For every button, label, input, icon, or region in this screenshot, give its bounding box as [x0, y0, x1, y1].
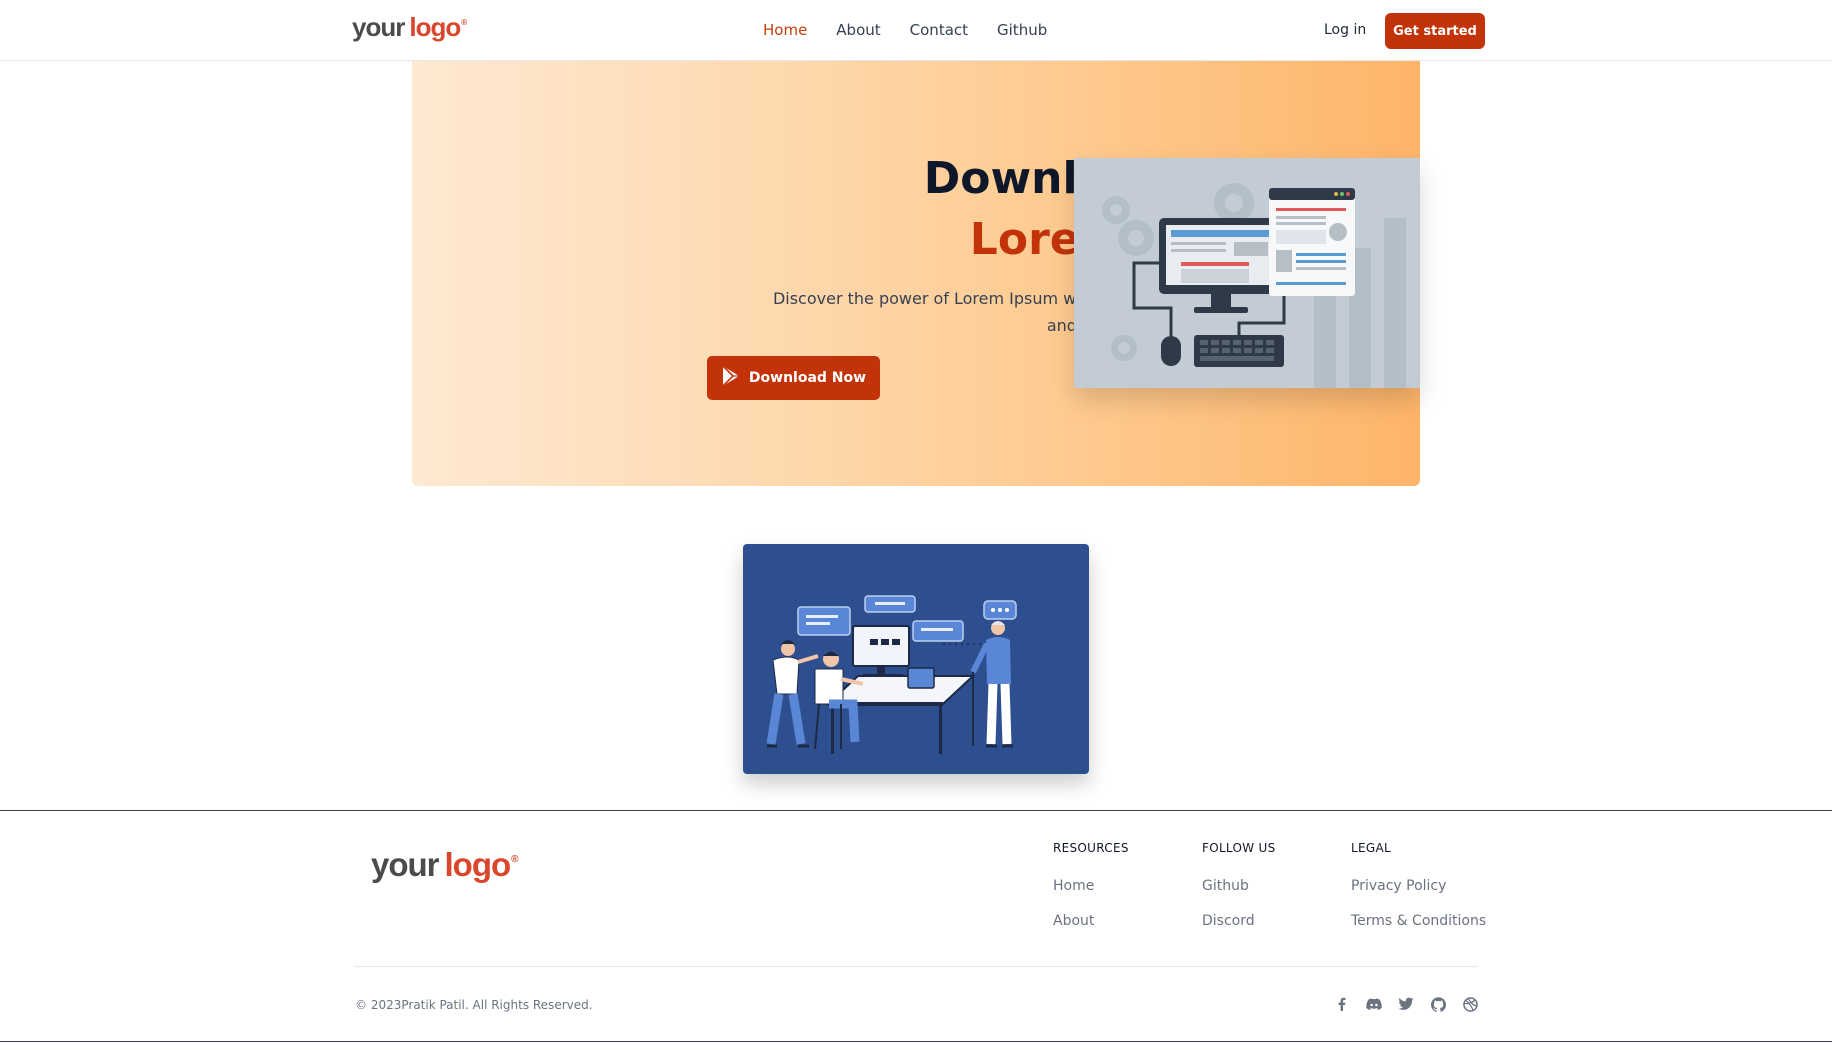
footer-logo-text-logo: logo — [444, 846, 512, 883]
main-nav: Home About Contact Github — [763, 21, 1076, 39]
footer-heading-follow-us: FOLLOW US — [1202, 841, 1276, 855]
footer-logo-text-your: your — [371, 846, 440, 883]
discord-icon[interactable] — [1365, 995, 1383, 1013]
footer-link-terms-conditions[interactable]: Terms & Conditions — [1351, 913, 1486, 929]
footer-heading-resources: RESOURCES — [1053, 841, 1129, 855]
dribbble-icon[interactable] — [1461, 995, 1479, 1013]
copyright-text: © 2023Pratik Patil. All Rights Reserved. — [355, 998, 593, 1012]
get-started-button[interactable]: Get started — [1385, 13, 1485, 49]
team-working-illustration — [743, 544, 1089, 774]
footer-top-border — [0, 810, 1832, 811]
footer-link-home[interactable]: Home — [1053, 878, 1129, 894]
github-icon[interactable] — [1429, 995, 1447, 1013]
social-links — [1333, 995, 1479, 1013]
footer-column-resources: RESOURCES Home About — [1053, 841, 1129, 948]
footer-divider — [354, 966, 1478, 967]
footer-heading-legal: LEGAL — [1351, 841, 1391, 855]
download-now-label: Download Now — [748, 370, 867, 386]
footer-logo-registered-mark: ® — [511, 854, 518, 865]
footer-link-about[interactable]: About — [1053, 913, 1129, 929]
nav-link-contact[interactable]: Contact — [910, 21, 968, 39]
computer-illustration — [1074, 158, 1420, 388]
nav-link-about[interactable]: About — [836, 21, 880, 39]
login-link[interactable]: Log in — [1324, 22, 1366, 38]
download-now-button[interactable]: Download Now — [707, 356, 880, 400]
facebook-icon[interactable] — [1333, 995, 1351, 1013]
nav-link-home[interactable]: Home — [763, 21, 807, 39]
logo-text-logo: logo — [409, 12, 461, 42]
top-navbar: your logo ® Home About Contact Github Lo… — [0, 0, 1832, 61]
footer-link-privacy-policy[interactable]: Privacy Policy — [1351, 878, 1486, 894]
footer-link-discord[interactable]: Discord — [1202, 913, 1276, 929]
nav-link-github[interactable]: Github — [997, 21, 1047, 39]
logo-registered-mark: ® — [461, 18, 467, 27]
footer-logo[interactable]: your logo ® — [371, 846, 519, 884]
footer-bottom-border — [0, 1041, 1832, 1042]
header-logo[interactable]: your logo ® — [352, 12, 467, 43]
footer-link-github[interactable]: Github — [1202, 878, 1276, 894]
twitter-icon[interactable] — [1397, 995, 1415, 1013]
logo-text-your: your — [352, 12, 405, 42]
footer-column-legal: LEGAL Privacy Policy Terms & Conditions — [1351, 841, 1486, 948]
footer-column-follow-us: FOLLOW US Github Discord — [1202, 841, 1276, 948]
play-store-icon — [721, 365, 741, 391]
